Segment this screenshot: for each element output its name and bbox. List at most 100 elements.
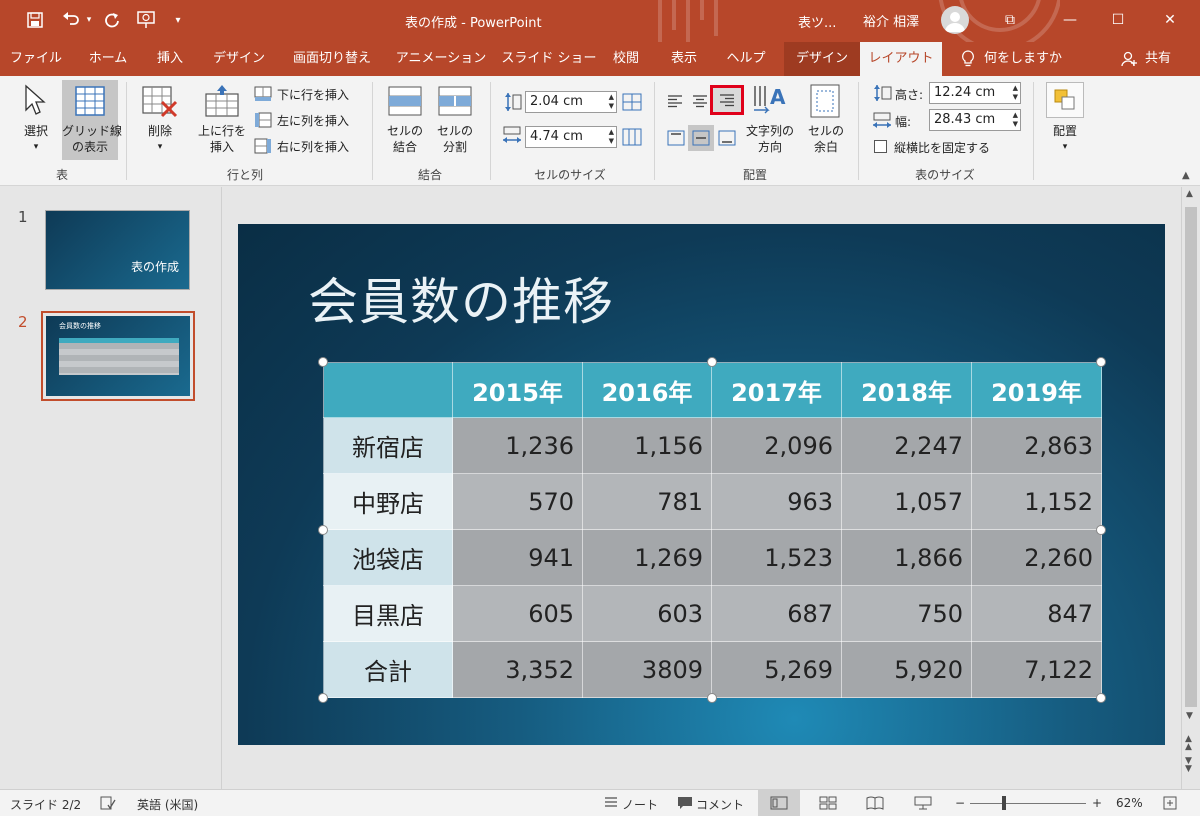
cell-margins-label-1[interactable]: セルの [802,124,850,139]
insert-right-button[interactable]: 右に列を挿入 [277,138,349,155]
resize-handle[interactable] [318,693,328,703]
align-bottom-icon[interactable] [718,130,736,149]
table-cell[interactable]: 847 [971,585,1102,642]
scroll-down-icon[interactable]: ▼ [1186,711,1193,721]
align-center-icon[interactable] [692,94,708,111]
cell-width-input[interactable]: 4.74 cm ▲ ▼ [525,126,617,148]
table-cell[interactable]: 750 [841,585,972,642]
user-name[interactable]: 裕介 相澤 [863,11,919,30]
tell-me-search[interactable]: 何をしますか [984,42,1080,76]
table-cell[interactable]: 941 [452,529,583,586]
align-top-icon[interactable] [667,130,685,149]
align-middle-button[interactable] [688,125,714,151]
normal-view-button[interactable] [758,790,800,816]
zoom-in-button[interactable]: + [1092,796,1102,810]
delete-button[interactable]: 削除 [140,124,180,139]
slideshow-view-icon[interactable] [914,796,932,813]
minimize-button[interactable]: — [1050,6,1090,34]
previous-slide-icon[interactable]: ▲ ▲ [1185,735,1192,752]
row-header-cell[interactable]: 目黒店 [323,585,453,642]
insert-above-label-1[interactable]: 上に行を [196,124,248,139]
tab-help[interactable]: ヘルプ [718,42,774,76]
merge-cells-label-2[interactable]: 結合 [384,140,426,155]
text-direction-label-1[interactable]: 文字列の [740,124,800,139]
select-cursor-icon[interactable] [22,84,48,121]
tab-design[interactable]: デザイン [206,42,272,76]
fit-slide-icon[interactable] [1163,796,1177,813]
language-indicator[interactable]: 英語 (米国) [137,796,198,813]
table-header-cell[interactable]: 2019年 [971,362,1102,418]
table-cell[interactable]: 1,236 [452,417,583,474]
table-cell[interactable]: 1,269 [582,529,712,586]
insert-below-icon[interactable] [254,86,272,105]
table-header-cell[interactable] [323,362,453,418]
tab-file[interactable]: ファイル [6,42,66,76]
table-header-cell[interactable]: 2018年 [841,362,972,418]
share-button[interactable]: 共有 [1140,42,1176,76]
insert-right-icon[interactable] [254,138,272,157]
row-header-cell[interactable]: 合計 [323,641,453,698]
cell-margins-icon[interactable] [810,84,840,121]
ribbon-display-options-button[interactable]: ⧉ [990,6,1030,34]
row-header-cell[interactable]: 池袋店 [323,529,453,586]
table-header-cell[interactable]: 2016年 [582,362,712,418]
table-height-spinner-icon[interactable]: ▲ ▼ [1013,84,1018,102]
cell-height-input[interactable]: 2.04 cm ▲ ▼ [525,91,617,113]
zoom-slider[interactable] [970,803,1086,804]
table-cell[interactable]: 2,863 [971,417,1102,474]
table-cell[interactable]: 605 [452,585,583,642]
undo-icon[interactable] [58,8,84,32]
save-icon[interactable] [22,8,48,32]
table-cell[interactable]: 1,152 [971,473,1102,530]
select-button[interactable]: 選択 [20,124,52,139]
insert-above-icon[interactable] [205,84,239,121]
insert-left-icon[interactable] [254,112,272,131]
distribute-rows-icon[interactable] [622,93,642,114]
customize-qat-icon[interactable]: ▾ [170,8,186,32]
zoom-out-button[interactable]: − [955,796,965,810]
data-table[interactable]: 2015年 2016年 2017年 2018年 2019年 新宿店 1,236 … [323,362,1102,698]
spellcheck-icon[interactable] [100,796,116,813]
table-cell[interactable]: 1,523 [711,529,842,586]
slide-thumbnail-1[interactable]: 表の作成 [45,210,190,290]
avatar[interactable] [941,6,969,34]
comments-button[interactable]: コメント [696,796,744,813]
resize-handle[interactable] [1096,525,1106,535]
table-cell[interactable]: 2,247 [841,417,972,474]
delete-table-icon[interactable] [142,86,178,121]
table-cell[interactable]: 5,920 [841,641,972,698]
table-cell[interactable]: 2,096 [711,417,842,474]
scroll-up-icon[interactable]: ▲ [1186,189,1193,199]
split-cells-icon[interactable] [438,86,472,119]
resize-handle[interactable] [318,357,328,367]
tab-review[interactable]: 校閲 [604,42,648,76]
table-cell[interactable]: 570 [452,473,583,530]
table-cell[interactable]: 2,260 [971,529,1102,586]
table-cell[interactable]: 603 [582,585,712,642]
align-left-icon[interactable] [667,94,683,111]
arrange-label[interactable]: 配置 [1040,124,1090,139]
table-width-input[interactable]: 28.43 cm ▲ ▼ [929,109,1021,131]
reading-view-icon[interactable] [866,796,884,813]
split-cells-label-2[interactable]: 分割 [434,140,476,155]
table-width-spinner-icon[interactable]: ▲ ▼ [1013,111,1018,129]
table-cell[interactable]: 963 [711,473,842,530]
start-slideshow-icon[interactable] [132,8,160,32]
zoom-slider-thumb[interactable] [1002,796,1006,810]
notes-button[interactable]: ノート [622,796,658,813]
table-cell[interactable]: 7,122 [971,641,1102,698]
table-cell[interactable]: 3809 [582,641,712,698]
tab-animations[interactable]: アニメーション [392,42,490,76]
tab-view[interactable]: 表示 [660,42,708,76]
slide-thumbnail-2[interactable]: 会員数の推移 [41,311,195,401]
collapse-ribbon-icon[interactable]: ▲ [1182,170,1190,181]
slide-sorter-icon[interactable] [819,796,837,813]
insert-left-button[interactable]: 左に列を挿入 [277,112,349,129]
insert-below-button[interactable]: 下に行を挿入 [277,86,349,103]
row-header-cell[interactable]: 中野店 [323,473,453,530]
select-dropdown-icon[interactable]: ▾ [20,140,52,155]
table-cell[interactable]: 3,352 [452,641,583,698]
resize-handle[interactable] [707,693,717,703]
next-slide-icon[interactable]: ▼ ▼ [1185,757,1192,774]
distribute-columns-icon[interactable] [622,128,642,149]
